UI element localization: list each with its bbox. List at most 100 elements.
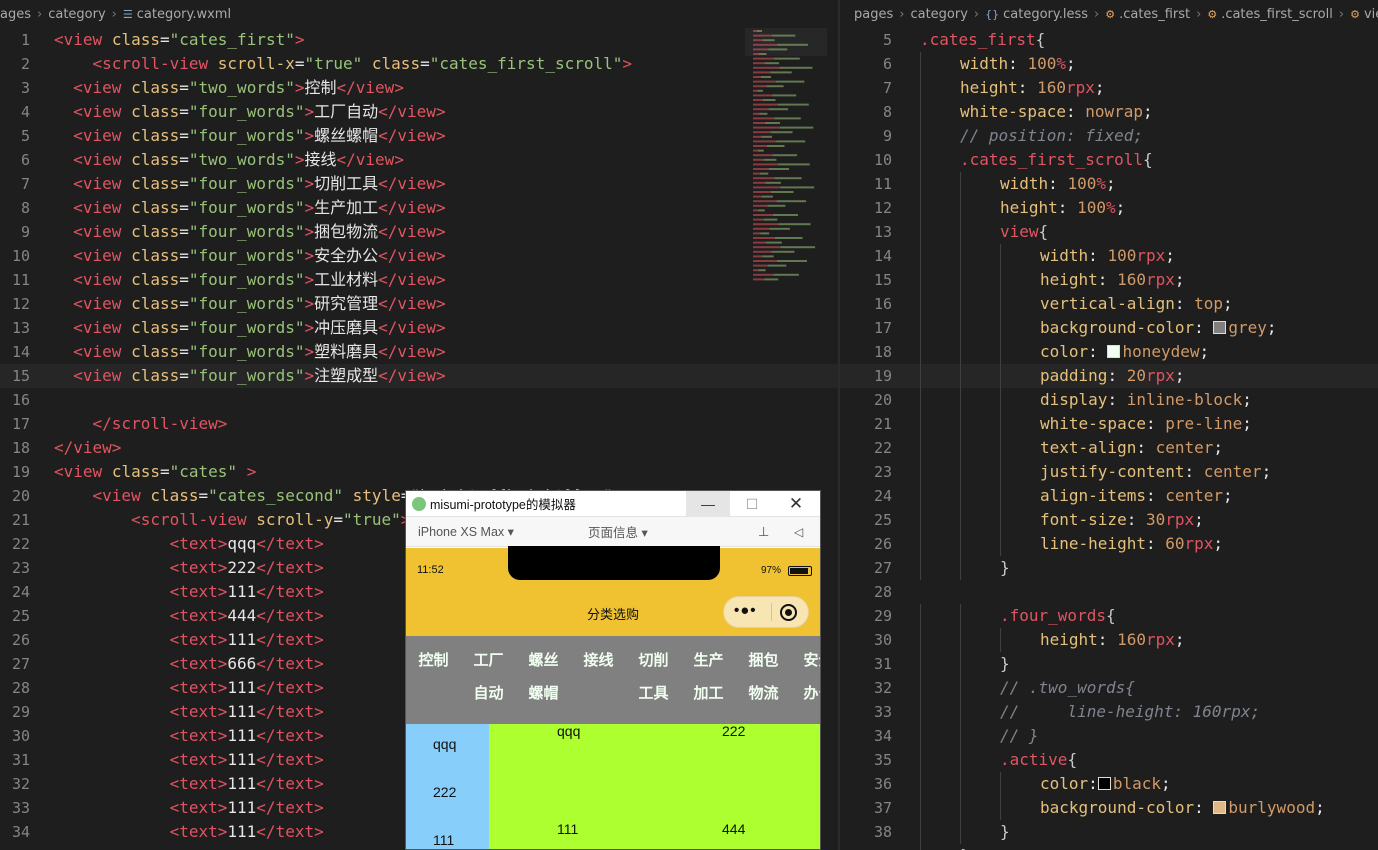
code-line[interactable]: 23 justify-content: center; [840, 460, 1378, 484]
less-breadcrumb[interactable]: pages › category › {} category.less › ⚙ .ca… [840, 0, 1378, 28]
code-line[interactable]: 12 <view class="four_words">研究管理</view> [0, 292, 838, 316]
code-line[interactable]: 24 align-items: center; [840, 484, 1378, 508]
code-line[interactable]: 11 <view class="four_words">工业材料</view> [0, 268, 838, 292]
code-line[interactable]: 31} [840, 652, 1378, 676]
code-line[interactable]: 18 </view> [0, 436, 838, 460]
code-line[interactable]: 11 width: 100%; [840, 172, 1378, 196]
code-line[interactable]: 14 width: 100rpx; [840, 244, 1378, 268]
simulator-titlebar[interactable]: misumi-prototype的模拟器 — ☐ ✕ [406, 491, 820, 517]
code-line[interactable]: 37 background-color: burlywood; [840, 796, 1378, 820]
code-line[interactable]: 36 color: black; [840, 772, 1378, 796]
color-swatch[interactable] [1097, 777, 1111, 790]
code-line[interactable]: 39} [840, 844, 1378, 850]
code-line[interactable]: 13 <view class="four_words">冲压磨具</view> [0, 316, 838, 340]
code-line[interactable]: 14 <view class="four_words">塑料磨具</view> [0, 340, 838, 364]
category-tab[interactable]: 捆包 物流 [736, 644, 791, 710]
code-line[interactable]: 8 <view class="four_words">生产加工</view> [0, 196, 838, 220]
minimap[interactable] [745, 28, 827, 298]
code-line[interactable]: 5 .cates_first{ [840, 28, 1378, 52]
page-info-select[interactable]: 页面信息 ▾ [588, 522, 648, 541]
breadcrumb-symbol[interactable]: .cates_first_scroll [1221, 7, 1333, 22]
less-editor[interactable]: pages › category › {} category.less › ⚙ .ca… [840, 0, 1378, 850]
code-line[interactable]: 20 display: inline-block; [840, 388, 1378, 412]
pin-icon[interactable]: ⊥ [758, 524, 769, 540]
code-line[interactable]: 34 // } [840, 724, 1378, 748]
cates-first-scroll[interactable]: 控制工厂 自动螺丝 螺帽接线切削 工具生产 加工捆包 物流安全 办公 [406, 636, 820, 724]
close-target-icon[interactable] [780, 604, 797, 621]
breadcrumb-item[interactable]: ages [0, 7, 31, 22]
code-line[interactable]: 3 <view class="two_words">控制</view> [0, 76, 838, 100]
code-line[interactable]: 7 height: 160rpx; [840, 76, 1378, 100]
code-line[interactable]: 25 font-size: 30rpx; [840, 508, 1378, 532]
code-line[interactable]: 26 line-height: 60rpx; [840, 532, 1378, 556]
breadcrumb-item[interactable]: category [910, 7, 967, 22]
code-line[interactable]: 21 white-space: pre-line; [840, 412, 1378, 436]
code-line[interactable]: 8 white-space: nowrap; [840, 100, 1378, 124]
code-line[interactable]: 30 height: 160rpx; [840, 628, 1378, 652]
code-line[interactable]: 10 <view class="four_words">安全办公</view> [0, 244, 838, 268]
breadcrumb-item[interactable]: pages [854, 7, 893, 22]
code-line[interactable]: 7 <view class="four_words">切削工具</view> [0, 172, 838, 196]
category-tab[interactable]: 切削 工具 [626, 644, 681, 710]
code-line[interactable]: 28 [840, 580, 1378, 604]
code-line[interactable]: 27} [840, 556, 1378, 580]
code-line[interactable]: 13 view{ [840, 220, 1378, 244]
code-line[interactable]: 12 height: 100%; [840, 196, 1378, 220]
code-line[interactable]: 2 <scroll-view scroll-x="true" class="ca… [0, 52, 838, 76]
code-line[interactable]: 9 // position: fixed; [840, 124, 1378, 148]
code-line[interactable]: 16 vertical-align: top; [840, 292, 1378, 316]
code-line[interactable]: 19 padding: 20rpx; [840, 364, 1378, 388]
category-tab[interactable]: 接线 [571, 644, 626, 677]
breadcrumb-symbol[interactable]: view [1364, 7, 1378, 22]
third-item[interactable]: 222 [722, 723, 745, 739]
code-line[interactable]: 15 height: 160rpx; [840, 268, 1378, 292]
category-tab[interactable]: 生产 加工 [681, 644, 736, 710]
code-line[interactable]: 4 <view class="four_words">工厂自动</view> [0, 100, 838, 124]
more-icon[interactable]: •●• [734, 602, 757, 619]
code-line[interactable]: 33 // line-height: 160rpx; [840, 700, 1378, 724]
color-swatch[interactable] [1107, 345, 1121, 358]
cates-third-scroll[interactable]: qqq 222 111 444 [489, 723, 820, 849]
code-line[interactable]: 5 <view class="four_words">螺丝螺帽</view> [0, 124, 838, 148]
code-line[interactable]: 32 // .two_words{ [840, 676, 1378, 700]
code-line[interactable]: 15 <view class="four_words">注塑成型</view> [0, 364, 838, 388]
code-line[interactable]: 29 .four_words{ [840, 604, 1378, 628]
third-item[interactable]: 111 [557, 821, 578, 837]
breadcrumb-symbol[interactable]: .cates_first [1119, 7, 1190, 22]
category-tab[interactable]: 螺丝 螺帽 [516, 644, 571, 710]
close-button[interactable]: ✕ [774, 491, 818, 517]
wxml-breadcrumb[interactable]: ages › category › ☰ category.wxml [0, 0, 838, 28]
code-line[interactable]: 18 color: honeydew; [840, 340, 1378, 364]
code-line[interactable]: 6 width: 100%; [840, 52, 1378, 76]
code-line[interactable]: 9 <view class="four_words">捆包物流</view> [0, 220, 838, 244]
color-swatch[interactable] [1213, 801, 1227, 814]
mute-icon[interactable]: ◁ [794, 525, 803, 539]
code-line[interactable]: 38} [840, 820, 1378, 844]
breadcrumb-file[interactable]: category.wxml [137, 7, 231, 22]
second-item[interactable]: qqq [433, 736, 456, 752]
third-item[interactable]: 444 [722, 821, 745, 837]
breadcrumb-file[interactable]: category.less [1003, 7, 1088, 22]
code-line[interactable]: 17 </scroll-view> [0, 412, 838, 436]
code-line[interactable]: 22 text-align: center; [840, 436, 1378, 460]
code-line[interactable]: 16 [0, 388, 838, 412]
color-swatch[interactable] [1213, 321, 1227, 334]
code-line[interactable]: 6 <view class="two_words">接线</view> [0, 148, 838, 172]
code-line[interactable]: 19 <view class="cates" > [0, 460, 838, 484]
code-line[interactable]: 35 .active{ [840, 748, 1378, 772]
code-line[interactable]: 10 .cates_first_scroll{ [840, 148, 1378, 172]
simulator-window[interactable]: misumi-prototype的模拟器 — ☐ ✕ iPhone XS Max… [405, 490, 821, 850]
category-tab[interactable]: 控制 [406, 644, 461, 677]
maximize-button[interactable]: ☐ [730, 491, 774, 517]
second-item[interactable]: 111 [433, 832, 454, 848]
category-tab[interactable]: 工厂 自动 [461, 644, 516, 710]
code-line[interactable]: 1 <view class="cates_first"> [0, 28, 838, 52]
code-line[interactable]: 17 background-color: grey; [840, 316, 1378, 340]
category-tab[interactable]: 安全 办公 [791, 644, 820, 710]
third-item[interactable]: qqq [557, 723, 580, 739]
breadcrumb-item[interactable]: category [48, 7, 105, 22]
second-item[interactable]: 222 [433, 784, 456, 800]
minimize-button[interactable]: — [686, 491, 730, 517]
less-code-area[interactable]: 5 .cates_first{6 width: 100%; 7 height: 160r… [840, 28, 1378, 850]
menu-capsule[interactable]: •●• [723, 596, 809, 628]
